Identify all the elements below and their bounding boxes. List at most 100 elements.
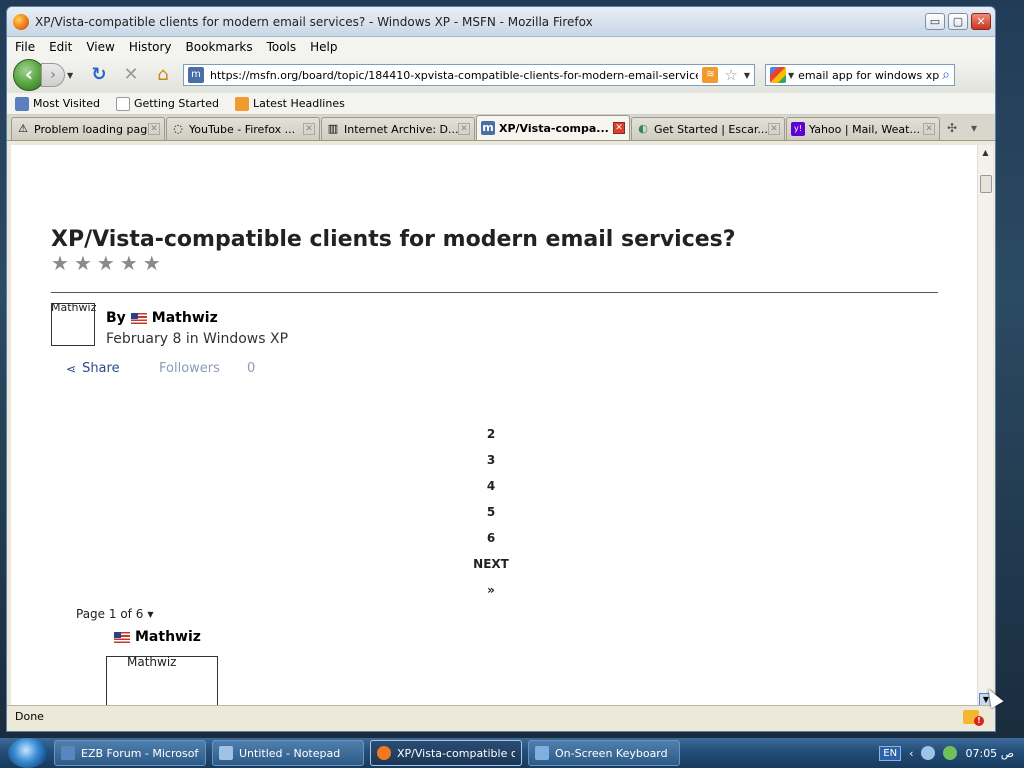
network-icon[interactable] [943,746,958,760]
start-button[interactable] [8,738,48,768]
firefox-logo-icon [13,13,29,30]
menu-view[interactable]: View [86,40,114,54]
star-icon[interactable]: ★ [143,253,161,273]
url-input[interactable]: https://msfn.org/board/topic/184410-xpvi… [210,69,698,82]
tab-yahoo[interactable]: y! Yahoo | Mail, Weat... ✕ [786,117,940,140]
page-of-label: Page 1 of 6 [76,607,144,621]
bookmark-star-icon[interactable]: ☆ [724,66,737,84]
home-icon[interactable]: ⌂ [151,63,175,87]
page-link-5[interactable]: 5 [441,499,541,525]
archive-icon: ▥ [327,122,339,135]
task-label: XP/Vista-compatible cli... [397,746,515,760]
tab-internet-archive[interactable]: ▥ Internet Archive: D... ✕ [321,117,475,140]
taskbar-item-notepad[interactable]: Untitled - Notepad [212,740,364,766]
title-bar[interactable]: XP/Vista-compatible clients for modern e… [7,7,995,37]
minimize-button[interactable]: ▭ [925,13,945,30]
search-engine-dropdown-icon[interactable]: ▼ [788,71,794,80]
warning-icon: ⚠ [18,122,28,135]
status-text: Done [15,710,44,723]
star-icon[interactable]: ★ [51,253,69,273]
menu-bookmarks[interactable]: Bookmarks [186,40,253,54]
loading-spinner-icon: ◌ [173,122,183,135]
taskbar-item-on-screen-keyboard[interactable]: On-Screen Keyboard [528,740,680,766]
scroll-up-icon[interactable]: ▲ [978,145,993,161]
menu-file[interactable]: File [15,40,35,54]
tray-app-icon[interactable] [921,746,936,760]
divider [51,292,938,293]
bookmark-most-visited[interactable]: Most Visited [15,96,100,111]
history-dropdown-icon[interactable]: ▼ [67,71,79,80]
tab-youtube[interactable]: ◌ YouTube - Firefox ... ✕ [166,117,320,140]
bookmark-getting-started[interactable]: Getting Started [115,96,219,111]
language-indicator[interactable]: EN [879,745,902,761]
followers-button[interactable]: Followers [159,361,220,376]
security-warning-icon[interactable] [963,709,984,726]
author-link[interactable]: Mathwiz [152,310,218,326]
reload-icon[interactable]: ↻ [87,63,111,87]
tab-close-icon[interactable]: ✕ [303,123,315,135]
page-content: XP/Vista-compatible clients for modern e… [11,145,977,707]
post-author-link[interactable]: Mathwiz [135,629,201,645]
tray-expand-icon[interactable]: ‹ [909,747,913,760]
tab-problem-loading[interactable]: ⚠ Problem loading page ✕ [11,117,165,140]
vertical-scrollbar[interactable]: ▲ ▼ [977,145,993,707]
search-icon[interactable]: ⌕ [942,67,950,83]
by-label: By [106,310,126,326]
tab-close-icon[interactable]: ✕ [458,123,470,135]
search-input[interactable]: email app for windows xp [798,69,942,82]
search-bar[interactable]: ▼ email app for windows xp ⌕ [765,64,955,86]
tab-close-icon[interactable]: ✕ [613,122,625,134]
next-page-link[interactable]: NEXT [441,551,541,577]
menu-history[interactable]: History [129,40,172,54]
bookmark-latest-headlines[interactable]: Latest Headlines [235,96,345,111]
page-link-2[interactable]: 2 [441,421,541,447]
menu-tools[interactable]: Tools [267,40,297,54]
tab-get-started[interactable]: ◐ Get Started | Escar... ✕ [631,117,785,140]
maximize-button[interactable]: ▢ [948,13,968,30]
stop-icon[interactable]: ✕ [119,63,143,87]
page-title: XP/Vista-compatible clients for modern e… [51,227,736,252]
rss-feed-icon[interactable]: ≋ [702,67,719,83]
tab-close-icon[interactable]: ✕ [148,123,160,135]
share-icon: ⋖ [66,361,77,376]
close-button[interactable]: ✕ [971,13,991,30]
google-engine-icon[interactable] [770,67,786,83]
page-link-4[interactable]: 4 [441,473,541,499]
menu-edit[interactable]: Edit [49,40,72,54]
menu-help[interactable]: Help [310,40,337,54]
us-flag-icon [114,631,130,643]
last-page-link[interactable]: » [441,577,541,603]
ie-icon [61,746,75,760]
bookmark-label: Most Visited [33,97,100,110]
tab-label: YouTube - Firefox ... [189,122,296,136]
rating-stars[interactable]: ★ ★ ★ ★ ★ [51,253,161,273]
star-icon[interactable]: ★ [97,253,115,273]
forward-button[interactable]: › [41,63,65,87]
scrollbar-thumb[interactable] [980,175,992,193]
page-jump-dropdown[interactable]: Page 1 of 6 ▼ [76,607,154,621]
keyboard-icon [535,746,549,760]
msfn-favicon-icon: m [481,121,495,135]
page-link-6[interactable]: 6 [441,525,541,551]
star-icon[interactable]: ★ [74,253,92,273]
star-icon[interactable]: ★ [120,253,138,273]
tab-close-icon[interactable]: ✕ [768,123,780,135]
share-label: Share [82,361,120,376]
new-tab-icon[interactable]: ✣ [941,117,963,140]
tab-label: Problem loading page [34,122,148,136]
taskbar-item-ezb-forum[interactable]: EZB Forum - Microsoft ... [54,740,206,766]
followers-count: 0 [247,361,256,376]
tab-list-dropdown-icon[interactable]: ▾ [963,117,985,140]
tab-msfn-active[interactable]: m XP/Vista-compa... ✕ [476,115,630,140]
system-tray: EN ‹ 07:05 ص [879,745,1024,761]
url-bar[interactable]: m https://msfn.org/board/topic/184410-xp… [183,64,755,86]
clock[interactable]: 07:05 ص [965,747,1014,760]
taskbar-item-firefox[interactable]: XP/Vista-compatible cli... [370,740,522,766]
bookmark-label: Getting Started [133,97,219,110]
status-bar: Done [7,705,995,727]
tab-close-icon[interactable]: ✕ [923,123,935,135]
page-link-3[interactable]: 3 [441,447,541,473]
url-dropdown-icon[interactable]: ▼ [744,71,750,80]
caret-down-icon: ▼ [147,609,154,619]
share-button[interactable]: ⋖ Share [66,361,120,376]
